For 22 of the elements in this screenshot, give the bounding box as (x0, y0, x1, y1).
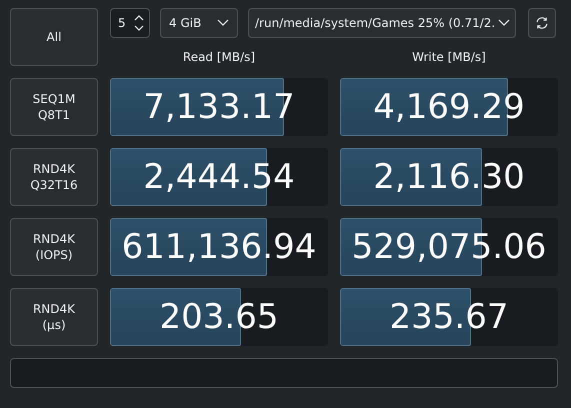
refresh-icon (535, 16, 549, 30)
column-header: Write [MB/s] (411, 49, 487, 66)
result-value: 2,116.30 (373, 156, 525, 198)
test-button[interactable]: RND4K (µs) (10, 288, 98, 346)
size-dropdown[interactable]: 4 GiB (160, 8, 238, 38)
chevron-down-icon (498, 19, 510, 27)
test-button[interactable]: RND4K (IOPS) (10, 218, 98, 276)
chevron-down-icon (217, 19, 229, 27)
result-value: 235.67 (390, 296, 508, 338)
column-header: Read [MB/s] (182, 49, 256, 66)
refresh-button[interactable] (528, 8, 556, 38)
result-value: 2,444.54 (143, 156, 295, 198)
result-value: 203.65 (160, 296, 278, 338)
runs-spinbox[interactable]: 5 (110, 8, 150, 38)
result-value: 4,169.29 (373, 86, 525, 128)
result-value: 611,136.94 (122, 226, 316, 268)
all-button[interactable]: All (10, 8, 98, 66)
result-value: 529,075.06 (352, 226, 546, 268)
result-value: 7,133.17 (143, 86, 295, 128)
target-dropdown[interactable]: /run/media/system/Games 25% (0.71/2. (248, 8, 516, 38)
test-button[interactable]: SEQ1M Q8T1 (10, 78, 98, 136)
test-button[interactable]: RND4K Q32T16 (10, 148, 98, 206)
